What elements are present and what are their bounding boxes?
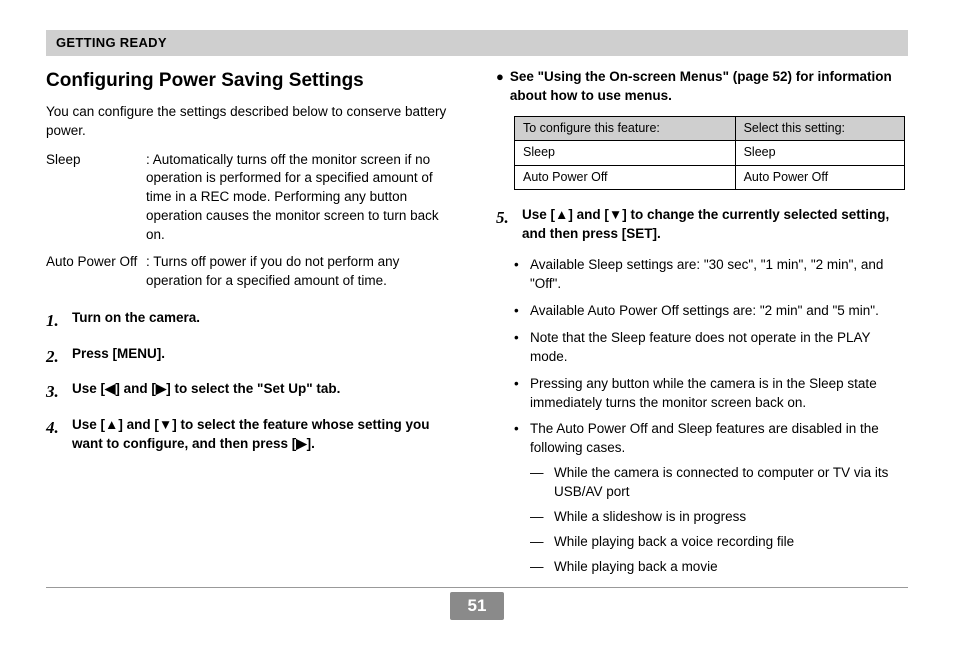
- steps-list-cont: 5. Use [▲] and [▼] to change the current…: [496, 206, 908, 244]
- definition-term: Auto Power Off: [46, 253, 146, 291]
- page-title: Configuring Power Saving Settings: [46, 68, 458, 95]
- step-number: 2.: [46, 345, 72, 369]
- table-row: Sleep Sleep: [515, 141, 905, 166]
- list-item-text: The Auto Power Off and Sleep features ar…: [530, 421, 879, 455]
- step-body: Use [▲] and [▼] to select the feature wh…: [72, 416, 458, 454]
- section-header: GETTING READY: [46, 30, 908, 56]
- step-1: 1. Turn on the camera.: [46, 309, 458, 333]
- list-item: Note that the Sleep feature does not ope…: [514, 329, 908, 367]
- definition-term: Sleep: [46, 151, 146, 245]
- step-body: Use [▲] and [▼] to change the currently …: [522, 206, 908, 244]
- step-body: Use [◀] and [▶] to select the "Set Up" t…: [72, 380, 458, 399]
- page-number: 51: [450, 592, 505, 620]
- notes-list: Available Sleep settings are: "30 sec", …: [514, 256, 908, 576]
- definition-desc: : Turns off power if you do not perform …: [146, 253, 458, 291]
- sublist-item: While playing back a voice recording fil…: [530, 533, 908, 552]
- sublist-item: While playing back a movie: [530, 558, 908, 577]
- table-header-feature: To configure this feature:: [515, 116, 736, 141]
- info-lead: ● See "Using the On-screen Menus" (page …: [496, 68, 908, 106]
- info-lead-text: See "Using the On-screen Menus" (page 52…: [510, 68, 908, 106]
- table-cell: Auto Power Off: [515, 165, 736, 190]
- table-cell: Sleep: [515, 141, 736, 166]
- step-3: 3. Use [◀] and [▶] to select the "Set Up…: [46, 380, 458, 404]
- table-header-setting: Select this setting:: [735, 116, 905, 141]
- step-number: 4.: [46, 416, 72, 440]
- list-item: The Auto Power Off and Sleep features ar…: [514, 420, 908, 576]
- step-number: 1.: [46, 309, 72, 333]
- content-columns: Configuring Power Saving Settings You ca…: [46, 68, 908, 585]
- step-body: Turn on the camera.: [72, 309, 458, 328]
- table-row: Auto Power Off Auto Power Off: [515, 165, 905, 190]
- list-item: Available Sleep settings are: "30 sec", …: [514, 256, 908, 294]
- table-cell: Sleep: [735, 141, 905, 166]
- definition-auto-power-off: Auto Power Off : Turns off power if you …: [46, 253, 458, 291]
- step-number: 3.: [46, 380, 72, 404]
- left-column: Configuring Power Saving Settings You ca…: [46, 68, 458, 585]
- intro-paragraph: You can configure the settings described…: [46, 103, 458, 141]
- sublist: While the camera is connected to compute…: [530, 464, 908, 576]
- step-4: 4. Use [▲] and [▼] to select the feature…: [46, 416, 458, 454]
- settings-table: To configure this feature: Select this s…: [514, 116, 905, 191]
- sublist-item: While the camera is connected to compute…: [530, 464, 908, 502]
- step-2: 2. Press [MENU].: [46, 345, 458, 369]
- table-cell: Auto Power Off: [735, 165, 905, 190]
- steps-list: 1. Turn on the camera. 2. Press [MENU]. …: [46, 309, 458, 454]
- step-5: 5. Use [▲] and [▼] to change the current…: [496, 206, 908, 244]
- step-body: Press [MENU].: [72, 345, 458, 364]
- definition-list: Sleep : Automatically turns off the moni…: [46, 151, 458, 291]
- sublist-item: While a slideshow is in progress: [530, 508, 908, 527]
- right-column: ● See "Using the On-screen Menus" (page …: [496, 68, 908, 585]
- step-number: 5.: [496, 206, 522, 230]
- bullet-icon: ●: [496, 68, 504, 86]
- definition-desc: : Automatically turns off the monitor sc…: [146, 151, 458, 245]
- list-item: Available Auto Power Off settings are: "…: [514, 302, 908, 321]
- definition-sleep: Sleep : Automatically turns off the moni…: [46, 151, 458, 245]
- page-footer: 51: [46, 592, 908, 620]
- footer-divider: [46, 587, 908, 588]
- list-item: Pressing any button while the camera is …: [514, 375, 908, 413]
